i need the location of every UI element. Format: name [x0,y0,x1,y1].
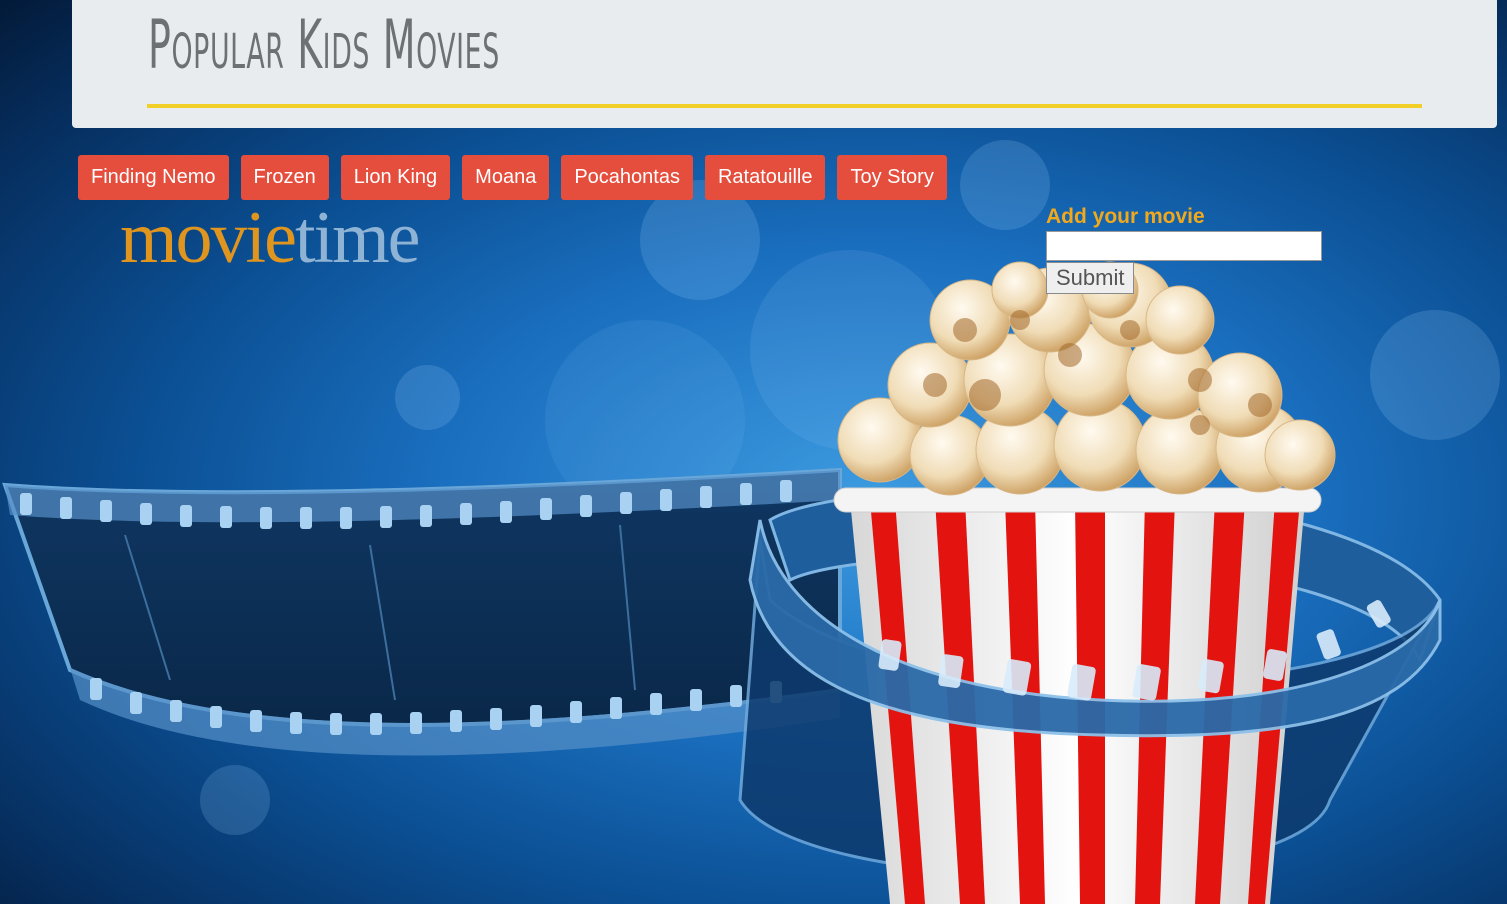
add-movie-input[interactable] [1046,231,1322,261]
page-title: Popular Kids Movies [148,6,500,85]
nav-button-finding-nemo[interactable]: Finding Nemo [78,155,229,200]
nav-button-toy-story[interactable]: Toy Story [837,155,947,200]
popcorn-kernels [837,261,1336,496]
add-movie-form: Add your movie Submit [1046,205,1322,294]
submit-button[interactable]: Submit [1046,262,1135,294]
movie-nav: Finding Nemo Frozen Lion King Moana Poca… [78,155,947,200]
page-header: Popular Kids Movies [72,0,1497,128]
movietime-logo: movietime [120,196,421,281]
nav-button-frozen[interactable]: Frozen [240,155,329,200]
nav-button-moana[interactable]: Moana [462,155,550,200]
movie-artwork [2,261,1442,904]
nav-button-lion-king[interactable]: Lion King [340,155,451,200]
nav-button-pocahontas[interactable]: Pocahontas [561,155,693,200]
add-movie-label: Add your movie [1046,205,1205,228]
logo-part-movie: movie [120,197,297,279]
logo-part-time: time [294,197,421,279]
film-strip [2,467,842,756]
nav-button-ratatouille[interactable]: Ratatouille [704,155,826,200]
title-underline [147,104,1422,108]
